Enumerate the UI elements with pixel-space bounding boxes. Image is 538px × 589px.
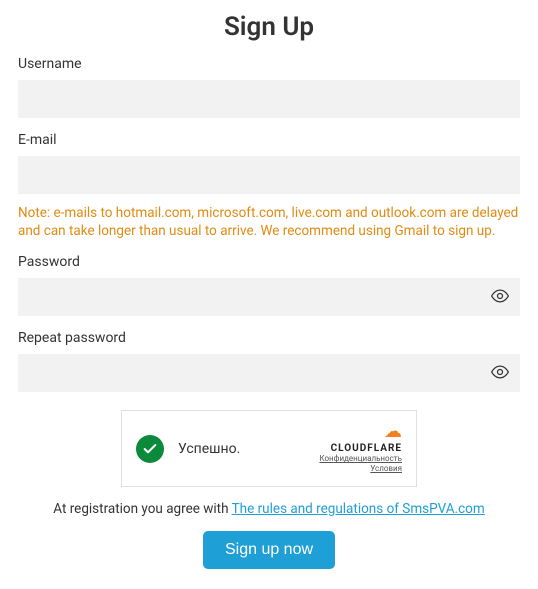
toggle-repeat-password-visibility[interactable]: [486, 359, 514, 387]
repeat-password-input[interactable]: [18, 354, 520, 392]
email-input[interactable]: [18, 156, 520, 194]
password-label: Password: [18, 254, 520, 270]
password-input[interactable]: [18, 278, 520, 316]
captcha-brand-name: CLOUDFLARE: [331, 443, 402, 454]
eye-icon: [490, 286, 510, 309]
captcha-status: Успешно.: [178, 441, 319, 457]
username-label: Username: [18, 56, 520, 72]
email-field: E-mail: [18, 132, 520, 194]
repeat-password-field: Repeat password: [18, 330, 520, 392]
signup-button[interactable]: Sign up now: [203, 531, 335, 569]
captcha-terms-link[interactable]: Условия: [370, 464, 402, 474]
captcha-brand: ☁ CLOUDFLARE Конфиденциальность Условия: [319, 423, 402, 473]
agreement-text: At registration you agree with The rules…: [18, 501, 520, 517]
username-input[interactable]: [18, 80, 520, 118]
rules-link[interactable]: The rules and regulations of SmsPVA.com: [232, 501, 485, 517]
captcha-widget[interactable]: Успешно. ☁ CLOUDFLARE Конфиденциальность…: [121, 410, 417, 486]
cloudflare-icon: ☁: [384, 423, 402, 441]
password-field: Password: [18, 254, 520, 316]
page-title: Sign Up: [18, 12, 520, 42]
agreement-prefix: At registration you agree with: [53, 501, 231, 517]
repeat-password-label: Repeat password: [18, 330, 520, 346]
signup-form: Sign Up Username E-mail Note: e-mails to…: [0, 0, 538, 589]
email-label: E-mail: [18, 132, 520, 148]
eye-icon: [490, 362, 510, 385]
username-field: Username: [18, 56, 520, 118]
email-note: Note: e-mails to hotmail.com, microsoft.…: [18, 204, 520, 240]
captcha-privacy-link[interactable]: Конфиденциальность: [319, 454, 402, 464]
toggle-password-visibility[interactable]: [486, 283, 514, 311]
checkmark-icon: [136, 435, 164, 463]
